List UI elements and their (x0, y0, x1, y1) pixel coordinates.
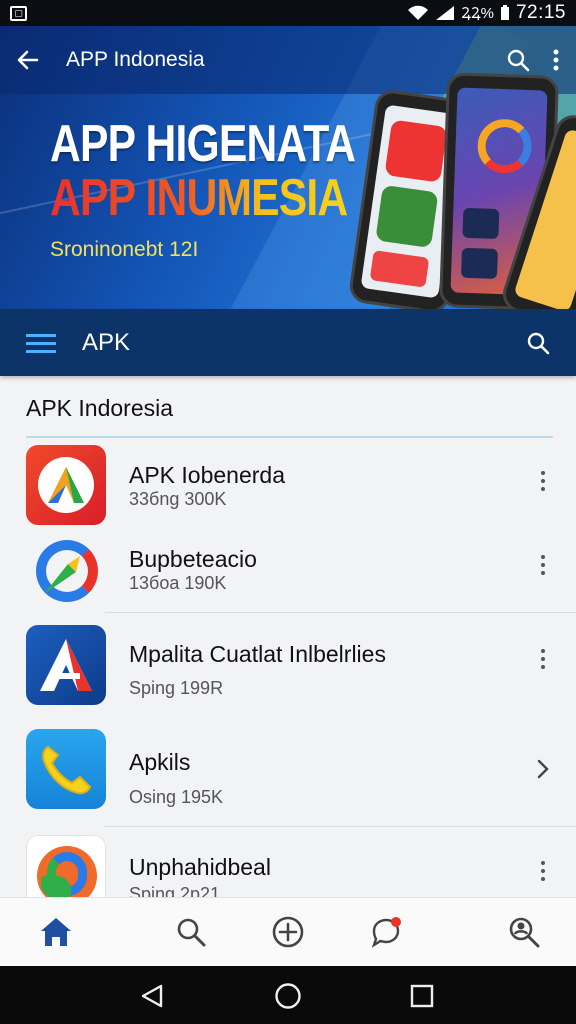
list-item[interactable]: Bupbeteacio 13бoa 190K (0, 528, 576, 612)
more-options-icon[interactable] (538, 471, 548, 491)
list-item[interactable]: APK Iobenerda 33бng 300K (0, 440, 576, 528)
section-label: APK (82, 328, 131, 356)
nav-chat[interactable] (366, 912, 406, 952)
wifi-icon (408, 5, 429, 20)
search-icon[interactable] (526, 331, 550, 355)
system-home-button[interactable] (274, 982, 302, 1010)
list-item[interactable]: Mpalita Cuatlat Inlbelrlies Sping 199R (0, 613, 576, 717)
more-options-icon[interactable] (538, 649, 548, 669)
banner-headline: APP HIGENATA (50, 115, 356, 173)
app-icon-red-a (26, 445, 106, 525)
home-icon (41, 918, 71, 946)
system-navigation-bar (0, 966, 576, 1024)
app-meta: Sping 2p21 (129, 884, 221, 897)
add-circle-icon (272, 916, 304, 948)
battery-icon (500, 5, 509, 20)
app-name: APK Iobenerda (129, 462, 286, 488)
nav-add[interactable] (268, 912, 308, 952)
app-meta: 33бng 300K (129, 489, 227, 509)
divider (26, 436, 553, 438)
app-name: Apkils (129, 749, 191, 775)
section-header: APK (0, 309, 576, 376)
more-options-icon[interactable] (538, 861, 548, 881)
chevron-right-icon[interactable] (536, 759, 550, 779)
app-icon-phone (26, 729, 106, 809)
list-title: APK Indoresia (26, 395, 174, 421)
app-meta: Sping 199R (129, 678, 224, 698)
app-name: Mpalita Cuatlat Inlbelrlies (129, 641, 386, 667)
app-icon-green-swirl (26, 835, 106, 897)
search-icon[interactable] (506, 48, 530, 72)
home-circle-icon (275, 983, 301, 1009)
more-options-icon[interactable] (538, 555, 548, 575)
search-person-icon (509, 917, 540, 948)
nav-home[interactable] (36, 912, 76, 952)
nav-search-person[interactable] (504, 912, 544, 952)
app-icon-blue-a (26, 625, 106, 705)
clock: 72:15 (515, 2, 566, 23)
chat-icon (371, 917, 401, 948)
hamburger-menu-icon[interactable] (26, 331, 56, 355)
back-arrow-icon[interactable] (16, 48, 40, 72)
overflow-menu-icon[interactable] (552, 48, 560, 72)
app-name: Bupbeteacio (129, 546, 257, 572)
hero-banner: APP Indonesia APP HIGENATA APP INUMESIA … (0, 26, 576, 309)
search-icon (177, 918, 206, 947)
banner-subheadline: APP INUMESIA (50, 168, 355, 228)
recents-square-icon (410, 984, 434, 1008)
signal-icon (436, 6, 455, 20)
app-meta: 13бoa 190K (129, 573, 227, 593)
notification-icon: ▢ (10, 5, 27, 21)
signal-text: ꝜꝜ% (461, 5, 494, 22)
list-item[interactable]: Unphahidbeal Sping 2p21 (0, 827, 576, 897)
system-recents-button[interactable] (408, 982, 436, 1010)
back-triangle-icon (141, 984, 163, 1008)
app-name: Unphahidbeal (129, 854, 271, 880)
bottom-navigation (0, 897, 576, 966)
app-meta: Osing 195K (129, 787, 224, 807)
nav-search[interactable] (171, 912, 211, 952)
status-bar: ▢ ꝜꝜ% 72:15 (0, 0, 576, 26)
list-item[interactable]: Apkils Osing 195K (0, 717, 576, 825)
app-title: APP Indonesia (66, 48, 205, 71)
system-back-button[interactable] (138, 982, 166, 1010)
app-icon-blue-swirl (26, 536, 106, 616)
